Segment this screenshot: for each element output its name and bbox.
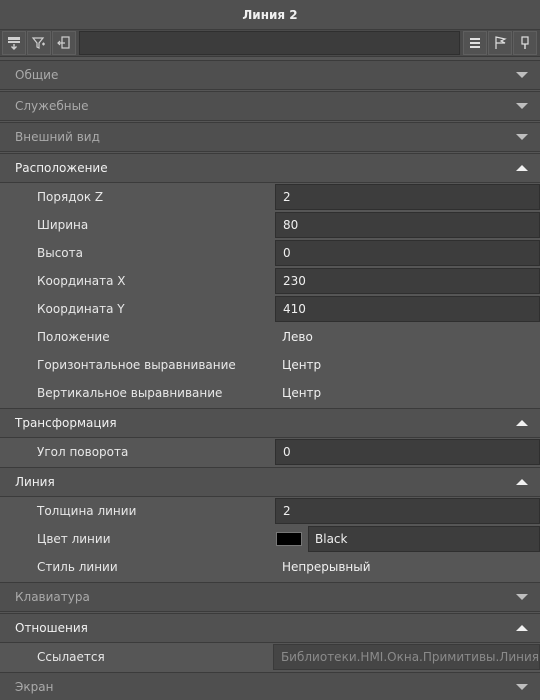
prop-name: Вертикальное выравнивание (37, 386, 223, 400)
prop-name: Положение (37, 330, 110, 344)
prop-name: Горизонтальное выравнивание (37, 358, 236, 372)
prop-row-coord-y: Координата Y 410 (0, 295, 540, 323)
rotation-input[interactable]: 0 (275, 439, 540, 465)
height-input[interactable]: 0 (275, 240, 540, 266)
pin-icon[interactable] (513, 31, 537, 55)
prop-name: Ширина (37, 218, 89, 232)
chevron-down-icon (516, 134, 528, 140)
section-label: Клавиатура (15, 590, 90, 604)
prop-row-v-align: Вертикальное выравнивание Центр (0, 379, 540, 407)
section-label: Экран (15, 680, 54, 694)
line-style-select[interactable]: Непрерывный (275, 554, 540, 580)
prop-name: Цвет линии (37, 532, 111, 546)
color-name[interactable]: Black (308, 526, 540, 552)
prop-row-placement: Положение Лево (0, 323, 540, 351)
width-input[interactable]: 80 (275, 212, 540, 238)
placement-select[interactable]: Лево (275, 324, 540, 350)
prop-name: Толщина линии (37, 504, 137, 518)
chevron-up-icon (516, 165, 528, 171)
section-label: Трансформация (15, 416, 117, 430)
prop-row-style: Стиль линии Непрерывный (0, 553, 540, 581)
chevron-up-icon (516, 479, 528, 485)
section-label: Внешний вид (15, 130, 100, 144)
z-order-input[interactable]: 2 (275, 184, 540, 210)
section-label: Служебные (15, 99, 89, 113)
filter-icon[interactable] (27, 31, 51, 55)
section-label: Отношения (15, 621, 88, 635)
coord-x-input[interactable]: 230 (275, 268, 540, 294)
list-icon[interactable] (463, 31, 487, 55)
prop-row-thickness: Толщина линии 2 (0, 497, 540, 525)
prop-row-h-align: Горизонтальное выравнивание Центр (0, 351, 540, 379)
coord-y-input[interactable]: 410 (275, 296, 540, 322)
chevron-down-icon (516, 684, 528, 690)
refers-field: Библиотеки.HMI.Окна.Примитивы.Линия (272, 644, 540, 670)
chevron-down-icon (516, 103, 528, 109)
section-service[interactable]: Служебные (0, 91, 540, 121)
section-position[interactable]: Расположение (0, 153, 540, 183)
window-title: Линия 2 (0, 0, 540, 30)
section-keyboard[interactable]: Клавиатура (0, 582, 540, 612)
section-screen[interactable]: Экран (0, 672, 540, 700)
chevron-down-icon (516, 594, 528, 600)
chevron-up-icon (516, 420, 528, 426)
color-picker[interactable]: Black (275, 526, 540, 552)
prop-name: Координата Y (37, 302, 125, 316)
thickness-input[interactable]: 2 (275, 498, 540, 524)
prop-row-width: Ширина 80 (0, 211, 540, 239)
prop-row-coord-x: Координата X 230 (0, 267, 540, 295)
prop-row-refers: Ссылается Библиотеки.HMI.Окна.Примитивы.… (0, 643, 540, 671)
section-label: Общие (15, 68, 59, 82)
section-relations[interactable]: Отношения (0, 613, 540, 643)
pin-left-icon[interactable] (52, 31, 76, 55)
section-general[interactable]: Общие (0, 60, 540, 90)
prop-row-z-order: Порядок Z 2 (0, 183, 540, 211)
chevron-up-icon (516, 625, 528, 631)
prop-row-rotation: Угол поворота 0 (0, 438, 540, 466)
prop-name: Угол поворота (37, 445, 129, 459)
section-label: Линия (15, 475, 55, 489)
chevron-down-icon (516, 72, 528, 78)
h-align-select[interactable]: Центр (275, 352, 540, 378)
section-line[interactable]: Линия (0, 467, 540, 497)
prop-name: Ссылается (37, 650, 105, 664)
flag-icon[interactable] (488, 31, 512, 55)
prop-name: Стиль линии (37, 560, 118, 574)
prop-name: Высота (37, 246, 83, 260)
search-input[interactable] (79, 31, 460, 55)
add-event-icon[interactable] (2, 31, 26, 55)
prop-row-height: Высота 0 (0, 239, 540, 267)
v-align-select[interactable]: Центр (275, 380, 540, 406)
color-swatch[interactable] (276, 532, 302, 546)
prop-row-color: Цвет линии Black (0, 525, 540, 553)
prop-name: Координата X (37, 274, 126, 288)
section-label: Расположение (15, 161, 108, 175)
section-transform[interactable]: Трансформация (0, 408, 540, 438)
toolbar (0, 30, 540, 57)
section-appearance[interactable]: Внешний вид (0, 122, 540, 152)
prop-name: Порядок Z (37, 190, 104, 204)
